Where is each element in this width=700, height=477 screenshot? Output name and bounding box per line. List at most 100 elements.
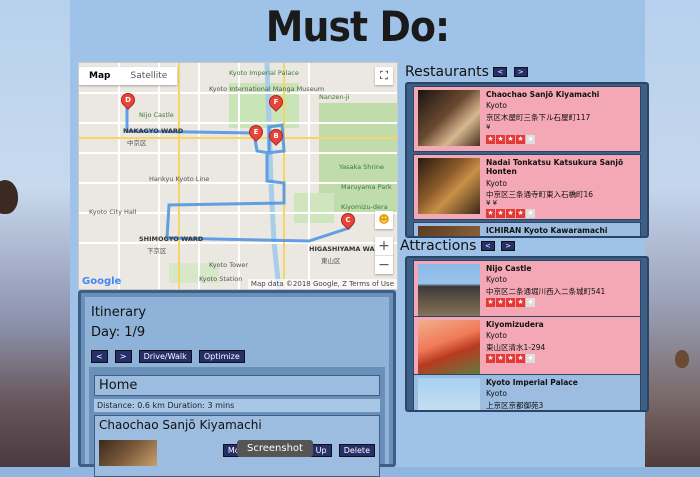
restaurant-thumbnail bbox=[418, 90, 480, 146]
star-icon: ★ bbox=[516, 135, 525, 144]
pegman-icon[interactable]: ☻ bbox=[375, 211, 393, 229]
attraction-name: Kyoto Imperial Palace bbox=[486, 378, 578, 387]
marker-label: B bbox=[273, 132, 279, 140]
rating-stars: ★ ★ ★ ★ ★ bbox=[486, 208, 536, 218]
marker-label: F bbox=[273, 98, 279, 106]
restaurant-city: Kyoto bbox=[486, 101, 507, 110]
stop-name: Chaochao Sanjō Kiyamachi bbox=[99, 418, 262, 432]
next-day-button[interactable]: > bbox=[114, 350, 132, 363]
drive-walk-button[interactable]: Drive/Walk bbox=[138, 350, 192, 363]
marker-label: D bbox=[125, 96, 131, 104]
prev-day-button[interactable]: < bbox=[91, 350, 108, 363]
restaurant-address: 中京区三条通寺町東入石橋町16 bbox=[486, 190, 594, 199]
map-label: Kyoto Station bbox=[199, 275, 243, 283]
rating-stars: ★ ★ ★ ★ ★ bbox=[486, 134, 536, 144]
star-icon: ★ bbox=[486, 354, 495, 363]
map-label: Yasaka Shrine bbox=[339, 163, 384, 171]
attraction-city: Kyoto bbox=[486, 389, 507, 398]
attraction-address: 中京区二条通堀川西入二条城町541 bbox=[486, 287, 606, 296]
star-icon: ★ bbox=[486, 135, 495, 144]
restaurant-city: Kyoto bbox=[486, 179, 507, 188]
marker-label: C bbox=[345, 216, 351, 224]
restaurants-panel: Chaochao Sanjō Kiyamachi Kyoto 京区木屋町三条下ル… bbox=[405, 82, 649, 238]
attraction-card[interactable]: Kyoto Imperial Palace Kyoto 上京区京都御苑3 bbox=[413, 374, 641, 410]
restaurant-card[interactable]: Nadai Tonkatsu Katsukura Sanjō Honten Ky… bbox=[413, 154, 641, 220]
zoom-in-button[interactable]: + bbox=[375, 237, 393, 256]
star-icon: ★ bbox=[496, 209, 505, 218]
star-icon: ★ bbox=[496, 354, 505, 363]
attractions-heading: Attractions < > bbox=[400, 238, 517, 254]
attraction-thumbnail bbox=[418, 378, 480, 410]
attraction-address: 上京区京都御苑3 bbox=[486, 401, 544, 410]
map-label: Kiyomizu-dera bbox=[341, 203, 388, 211]
marker-label: E bbox=[253, 128, 259, 136]
restaurant-card[interactable]: ICHIRAN Kyoto Kawaramachi bbox=[413, 222, 641, 236]
restaurant-thumbnail bbox=[418, 158, 480, 214]
itinerary-title: Itinerary bbox=[91, 305, 147, 320]
balloon-image bbox=[675, 350, 689, 368]
delete-button[interactable]: Delete bbox=[338, 444, 375, 457]
zoom-control: + − bbox=[375, 237, 393, 274]
restaurant-price: ¥ ¥ bbox=[486, 199, 498, 207]
map-label: Hankyu Kyoto Line bbox=[149, 175, 210, 183]
star-icon: ★ bbox=[506, 135, 515, 144]
attractions-panel: Nijo Castle Kyoto 中京区二条通堀川西入二条城町541 ★ ★ ★ ★… bbox=[405, 256, 649, 412]
page-title: Must Do: bbox=[265, 2, 450, 51]
star-icon: ★ bbox=[496, 298, 505, 307]
restaurants-next-button[interactable]: > bbox=[513, 67, 528, 77]
map-label: Nanzen-ji bbox=[319, 93, 350, 101]
route-map[interactable]: Map Satellite ⛶ Kyoto International Mang… bbox=[78, 62, 398, 290]
map-label: Kyoto City Hall bbox=[89, 208, 137, 216]
map-tab-satellite[interactable]: Satellite bbox=[120, 67, 178, 85]
itinerary-day: Day: 1/9 bbox=[91, 325, 146, 340]
map-label: 東山区 bbox=[321, 257, 341, 265]
attractions-next-button[interactable]: > bbox=[501, 241, 516, 251]
google-logo: Google bbox=[82, 276, 122, 287]
attractions-prev-button[interactable]: < bbox=[480, 241, 495, 251]
restaurants-title: Restaurants bbox=[405, 64, 489, 80]
optimize-button[interactable]: Optimize bbox=[198, 350, 245, 363]
attraction-name: Kiyomizudera bbox=[486, 320, 544, 329]
map-label: SHIMOGYO WARD bbox=[139, 235, 204, 243]
stop-thumbnail bbox=[99, 440, 157, 466]
zoom-out-button[interactable]: − bbox=[375, 256, 393, 274]
background-right bbox=[645, 0, 700, 467]
itinerary-inner: Itinerary Day: 1/9 < > Drive/Walk Optimi… bbox=[85, 297, 389, 477]
star-icon: ★ bbox=[526, 298, 535, 307]
restaurant-price: ¥ bbox=[486, 123, 491, 131]
map-attribution[interactable]: Map data ©2018 Google, Z Terms of Use bbox=[247, 279, 397, 289]
balloon-image bbox=[0, 180, 18, 214]
restaurant-name: Chaochao Sanjō Kiyamachi bbox=[486, 90, 600, 99]
map-label: Kyoto Tower bbox=[209, 261, 249, 269]
map-label: HIGASHIYAMA WARD bbox=[309, 245, 385, 253]
restaurant-card[interactable]: Chaochao Sanjō Kiyamachi Kyoto 京区木屋町三条下ル… bbox=[413, 86, 641, 152]
screenshot-tooltip: Screenshot bbox=[237, 440, 313, 457]
map-label: Nijo Castle bbox=[139, 111, 174, 119]
restaurant-name: Nadai Tonkatsu Katsukura Sanjō Honten bbox=[486, 158, 624, 176]
star-icon: ★ bbox=[486, 209, 495, 218]
attraction-card[interactable]: Kiyomizudera Kyoto 東山区清水1-294 ★ ★ ★ ★ ★ bbox=[413, 316, 641, 382]
star-icon: ★ bbox=[486, 298, 495, 307]
map-tab-map[interactable]: Map bbox=[79, 67, 121, 85]
itinerary-controls: < > Drive/Walk Optimize bbox=[91, 344, 247, 363]
restaurants-heading: Restaurants < > bbox=[405, 64, 530, 80]
stop-home[interactable]: Home bbox=[94, 375, 380, 396]
map-label: 中京区 bbox=[127, 139, 147, 147]
attraction-city: Kyoto bbox=[486, 331, 507, 340]
attraction-name: Nijo Castle bbox=[486, 264, 532, 273]
star-icon: ★ bbox=[506, 354, 515, 363]
attraction-address: 東山区清水1-294 bbox=[486, 343, 546, 352]
restaurant-thumbnail bbox=[418, 226, 480, 236]
attractions-title: Attractions bbox=[400, 238, 477, 254]
rating-stars: ★ ★ ★ ★ ★ bbox=[486, 297, 536, 307]
map-type-tabs: Map Satellite bbox=[79, 67, 178, 85]
restaurants-prev-button[interactable]: < bbox=[493, 67, 508, 77]
map-label: 下京区 bbox=[147, 247, 167, 255]
fullscreen-icon[interactable]: ⛶ bbox=[375, 67, 393, 85]
star-icon: ★ bbox=[526, 135, 535, 144]
attraction-thumbnail bbox=[418, 264, 480, 320]
restaurant-name: ICHIRAN Kyoto Kawaramachi bbox=[486, 226, 608, 235]
background-left bbox=[0, 0, 70, 467]
star-icon: ★ bbox=[496, 135, 505, 144]
attraction-city: Kyoto bbox=[486, 275, 507, 284]
